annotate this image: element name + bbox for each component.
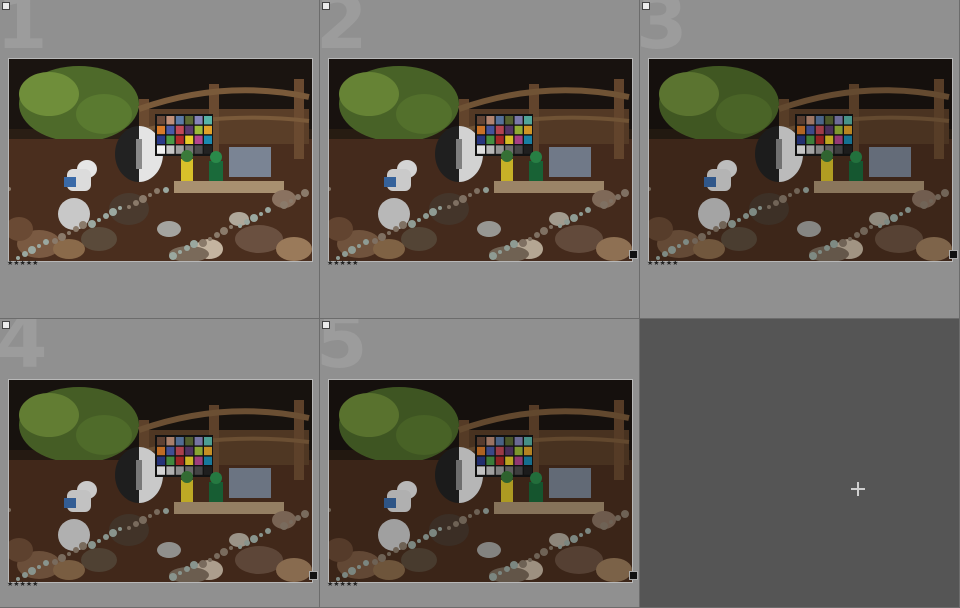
- edited-badge-icon: [949, 250, 958, 259]
- photo-thumbnail[interactable]: [648, 58, 953, 262]
- star-rating[interactable]: ★★★★★: [647, 259, 678, 267]
- photo-thumbnail[interactable]: [8, 379, 313, 583]
- edited-badge-icon: [629, 250, 638, 259]
- badge-icon: [322, 2, 330, 10]
- badge-icon: [2, 321, 10, 329]
- plus-icon[interactable]: [850, 481, 866, 497]
- photo-thumbnail[interactable]: [328, 379, 633, 583]
- badge-icon: [642, 2, 650, 10]
- grid-cell-1[interactable]: 1 ★★★★★: [0, 0, 320, 319]
- star-rating[interactable]: ★★★★★: [327, 259, 358, 267]
- grid-cell-4[interactable]: 4 ★★★★★: [0, 319, 320, 608]
- grid-cell-2[interactable]: 2 ★★★★★: [320, 0, 640, 319]
- compare-grid: 1 ★★★★★ 2 ★★★★★ 3 ★★★★★ 4 ★★★★★ 5 ★★★★★: [0, 0, 960, 608]
- photo-thumbnail[interactable]: [328, 58, 633, 262]
- star-rating[interactable]: ★★★★★: [7, 580, 38, 588]
- grid-cell-5[interactable]: 5 ★★★★★: [320, 319, 640, 608]
- badge-icon: [322, 321, 330, 329]
- star-rating[interactable]: ★★★★★: [7, 259, 38, 267]
- empty-grid-cell[interactable]: [640, 319, 960, 608]
- edited-badge-icon: [309, 571, 318, 580]
- photo-thumbnail[interactable]: [8, 58, 313, 262]
- badge-icon: [2, 2, 10, 10]
- grid-cell-3[interactable]: 3 ★★★★★: [640, 0, 960, 319]
- star-rating[interactable]: ★★★★★: [327, 580, 358, 588]
- edited-badge-icon: [629, 571, 638, 580]
